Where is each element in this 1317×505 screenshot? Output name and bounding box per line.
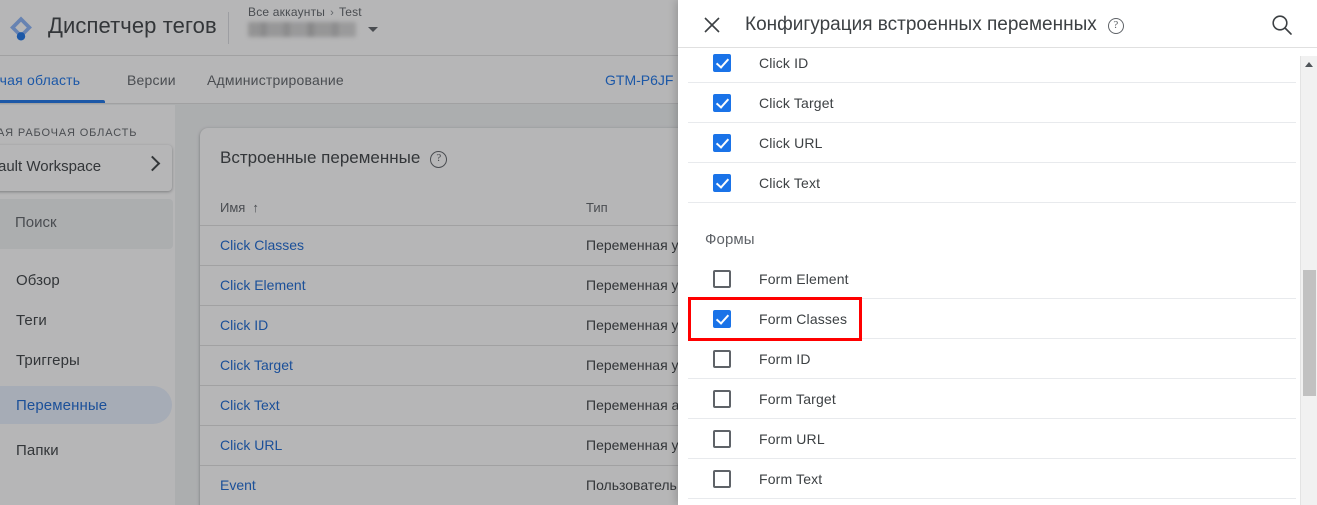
- close-icon[interactable]: [700, 13, 724, 37]
- checkbox-row-form-url[interactable]: Form URL: [688, 419, 1296, 459]
- checkbox-label: Form URL: [759, 430, 825, 447]
- checkbox-label: Form Text: [759, 470, 823, 487]
- checkbox-row-form-text[interactable]: Form Text: [688, 459, 1296, 499]
- checkbox-click-text[interactable]: [713, 173, 731, 192]
- checkbox-row-form-target[interactable]: Form Target: [688, 379, 1296, 419]
- dialog-header: Конфигурация встроенных переменных ?: [678, 0, 1317, 48]
- dialog-title: Конфигурация встроенных переменных ?: [745, 14, 1124, 36]
- help-circle-icon[interactable]: ?: [1107, 18, 1124, 34]
- scrollbar-thumb[interactable]: [1303, 270, 1316, 396]
- dialog-scrollbar[interactable]: [1300, 56, 1317, 505]
- checkbox-row-click-text[interactable]: Click Text: [688, 163, 1296, 203]
- checkbox-form-classes[interactable]: [713, 309, 731, 328]
- checkbox-form-text[interactable]: [713, 469, 731, 488]
- checkbox-label: Click Target: [759, 94, 834, 111]
- checkbox-row-form-id[interactable]: Form ID: [688, 339, 1296, 379]
- checkbox-row-click-id[interactable]: Click ID: [688, 48, 1296, 83]
- dialog-body: Click ID Click Target Click URL Click Te…: [678, 48, 1317, 505]
- checkbox-form-target[interactable]: [713, 389, 731, 408]
- checkbox-label: Click Text: [759, 174, 821, 191]
- checkbox-label: Click URL: [759, 134, 823, 151]
- checkbox-label: Form Classes: [759, 310, 848, 327]
- scroll-up-arrow-icon[interactable]: [1301, 56, 1317, 73]
- checkbox-row-click-url[interactable]: Click URL: [688, 123, 1296, 163]
- group-label-forms: Формы: [705, 231, 755, 248]
- checkbox-form-element[interactable]: [713, 269, 731, 288]
- checkbox-click-url[interactable]: [713, 133, 731, 152]
- checkbox-label: Form ID: [759, 350, 811, 367]
- dialog-title-text: Конфигурация встроенных переменных: [745, 14, 1097, 35]
- checkbox-click-id[interactable]: [713, 53, 731, 72]
- checkbox-row-form-classes[interactable]: Form Classes: [688, 299, 1296, 339]
- checkbox-label: Form Target: [759, 390, 836, 407]
- checkbox-click-target[interactable]: [713, 93, 731, 112]
- builtin-variables-config-dialog: Конфигурация встроенных переменных ? Cli…: [678, 0, 1317, 505]
- checkbox-form-url[interactable]: [713, 429, 731, 448]
- search-icon[interactable]: [1269, 12, 1295, 38]
- checkbox-row-form-element[interactable]: Form Element: [688, 259, 1296, 299]
- screen: Диспетчер тегов Все аккаунты › Test очая о…: [0, 0, 1317, 505]
- checkbox-row-click-target[interactable]: Click Target: [688, 83, 1296, 123]
- checkbox-label: Form Element: [759, 270, 849, 287]
- checkbox-label: Click ID: [759, 54, 809, 71]
- checkbox-form-id[interactable]: [713, 349, 731, 368]
